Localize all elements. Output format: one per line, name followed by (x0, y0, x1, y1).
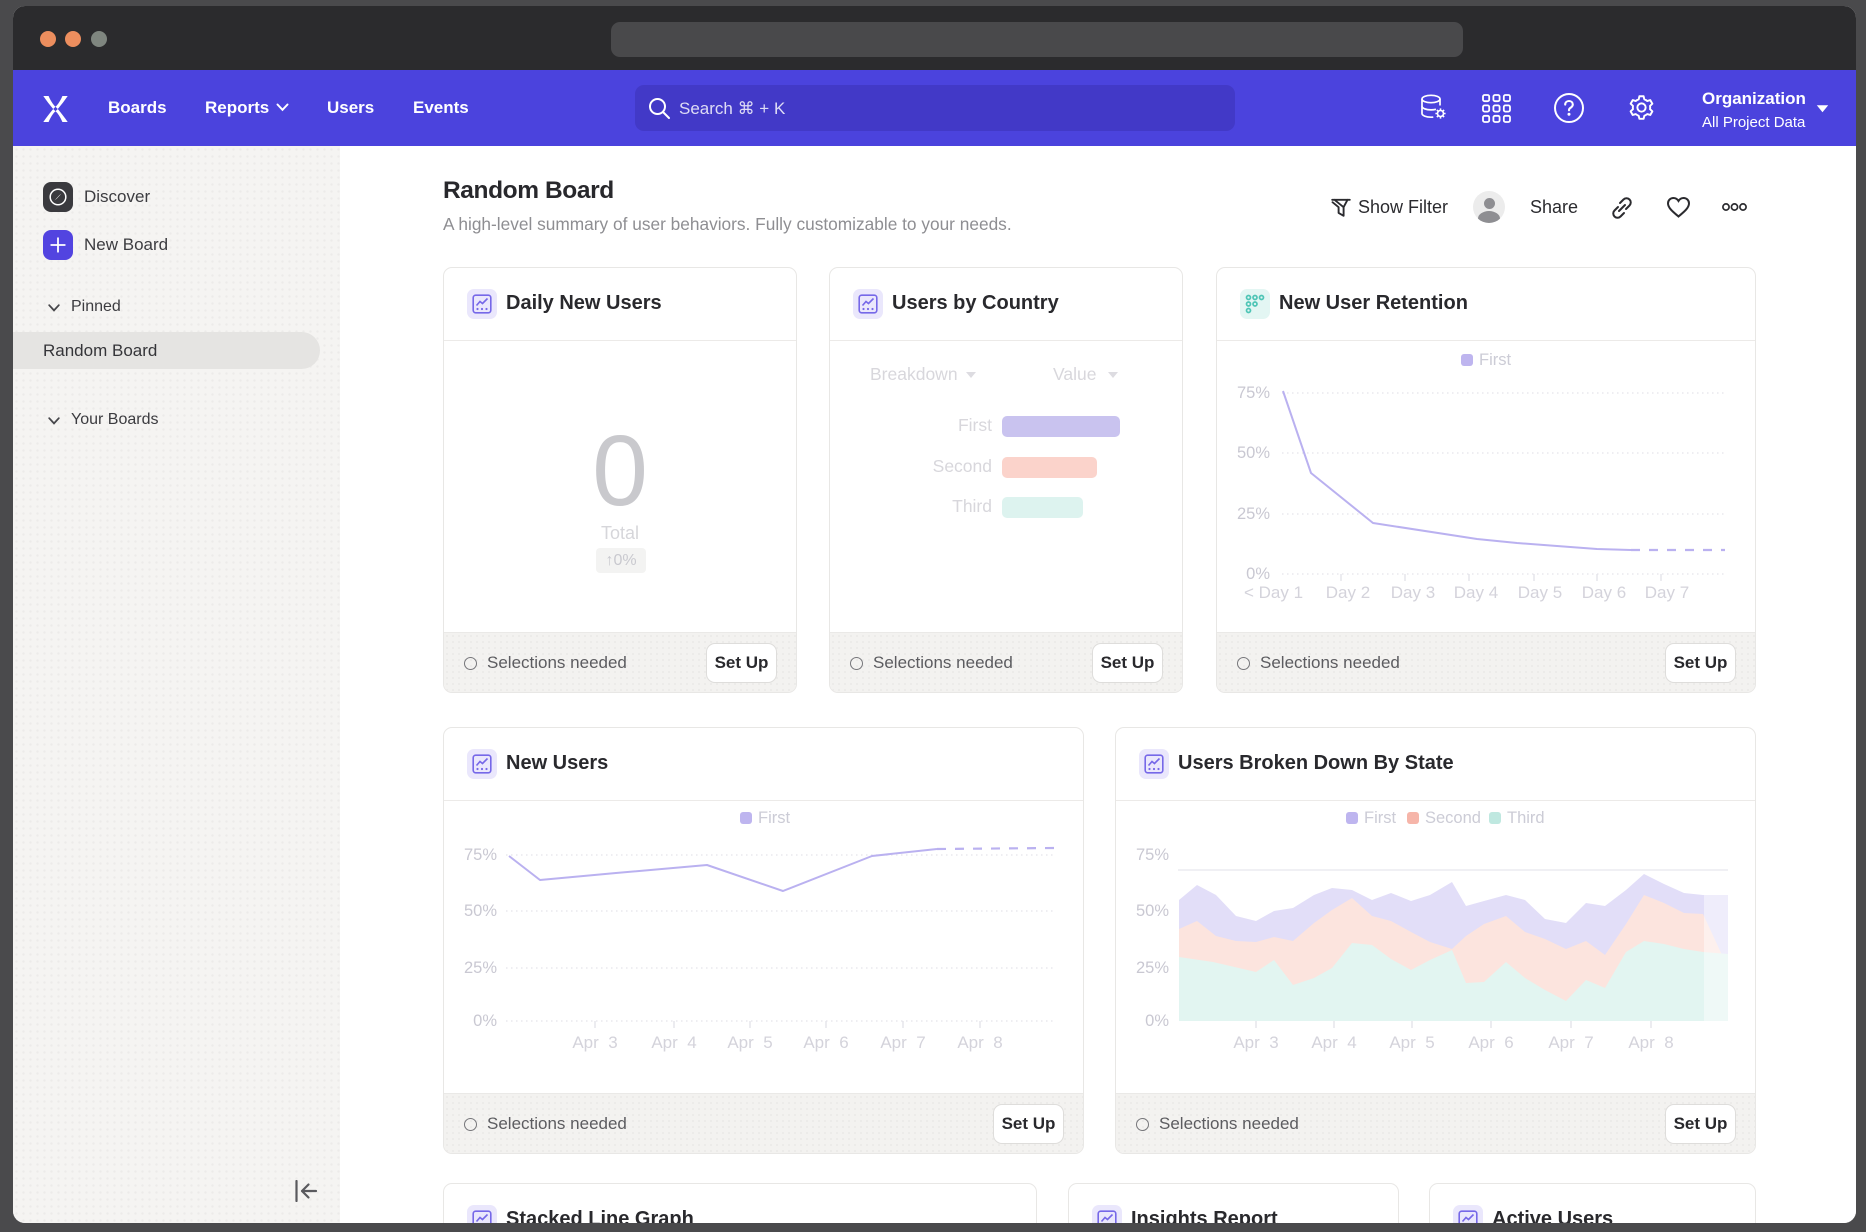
svg-text:Day 7: Day 7 (1645, 583, 1689, 602)
svg-text:Apr 8: Apr 8 (957, 1033, 1002, 1052)
svg-text:First: First (1479, 351, 1511, 369)
svg-text:Apr 3: Apr 3 (1233, 1033, 1278, 1052)
svg-text:Apr 5: Apr 5 (1389, 1033, 1434, 1052)
svg-text:First: First (1364, 809, 1396, 827)
svg-text:Apr 5: Apr 5 (727, 1033, 772, 1052)
svg-text:50%: 50% (1136, 902, 1169, 920)
svg-text:Apr 7: Apr 7 (880, 1033, 925, 1052)
svg-text:Apr 6: Apr 6 (803, 1033, 848, 1052)
svg-text:Apr 3: Apr 3 (572, 1033, 617, 1052)
svg-text:0%: 0% (473, 1012, 497, 1030)
svg-text:Day 6: Day 6 (1582, 583, 1626, 602)
svg-text:25%: 25% (1237, 505, 1270, 523)
svg-text:50%: 50% (1237, 444, 1270, 462)
svg-text:25%: 25% (1136, 959, 1169, 977)
svg-text:Apr 7: Apr 7 (1548, 1033, 1593, 1052)
svg-text:First: First (758, 809, 790, 827)
svg-text:Day 4: Day 4 (1454, 583, 1498, 602)
svg-text:Apr 6: Apr 6 (1468, 1033, 1513, 1052)
svg-text:Apr 4: Apr 4 (1311, 1033, 1356, 1052)
svg-text:75%: 75% (1136, 846, 1169, 864)
svg-text:25%: 25% (464, 959, 497, 977)
svg-text:Day 5: Day 5 (1518, 583, 1562, 602)
svg-text:50%: 50% (464, 902, 497, 920)
svg-text:Apr 4: Apr 4 (651, 1033, 696, 1052)
svg-text:< Day 1: < Day 1 (1244, 583, 1303, 602)
svg-text:Apr 8: Apr 8 (1628, 1033, 1673, 1052)
svg-text:75%: 75% (464, 846, 497, 864)
svg-text:75%: 75% (1237, 384, 1270, 402)
svg-text:Day 2: Day 2 (1326, 583, 1370, 602)
svg-text:Day 3: Day 3 (1391, 583, 1435, 602)
svg-text:0%: 0% (1246, 565, 1270, 583)
svg-text:0%: 0% (1145, 1012, 1169, 1030)
svg-text:Second: Second (1425, 809, 1481, 827)
svg-text:Third: Third (1507, 809, 1545, 827)
